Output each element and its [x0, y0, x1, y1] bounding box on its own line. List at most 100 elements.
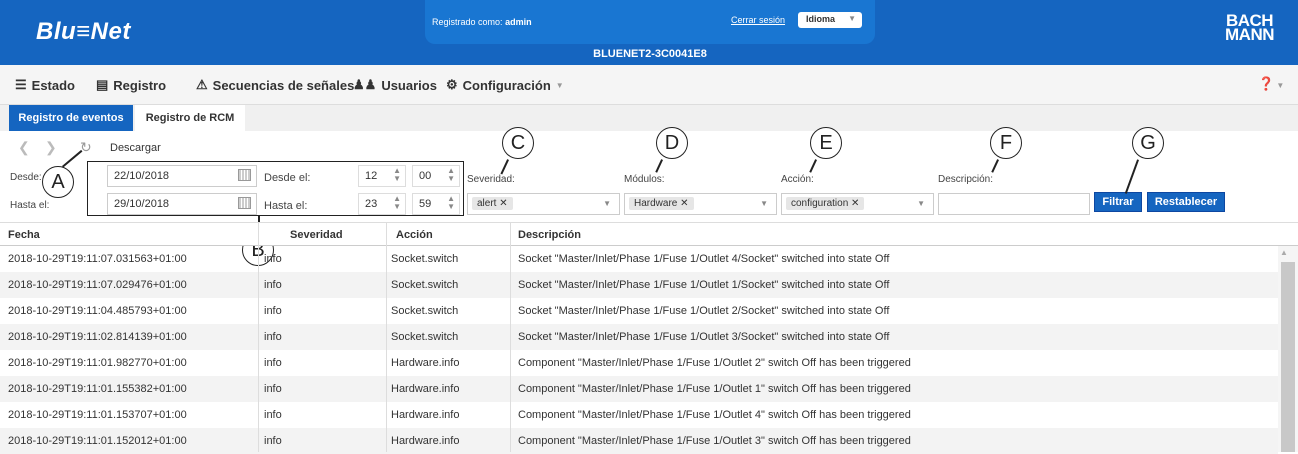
cell-accion: Hardware.info [391, 435, 460, 447]
remove-tag-icon[interactable]: ✕ [680, 198, 688, 209]
action-tag[interactable]: configuration ✕ [786, 197, 865, 210]
filter-button[interactable]: Filtrar [1094, 192, 1142, 212]
column-header-severidad[interactable]: Severidad [290, 229, 343, 241]
table-row[interactable]: 2018-10-29T19:11:01.155382+01:00 info Hard… [0, 376, 1278, 402]
remove-tag-icon[interactable]: ✕ [851, 198, 859, 209]
table-row[interactable]: 2018-10-29T19:11:07.031563+01:00 info Sock… [0, 246, 1278, 272]
cell-fecha: 2018-10-29T19:11:01.153707+01:00 [8, 409, 187, 421]
cell-descripcion: Component "Master/Inlet/Phase 1/Fuse 1/O… [518, 409, 911, 421]
table-row[interactable]: 2018-10-29T19:11:01.982770+01:00 info Hard… [0, 350, 1278, 376]
cell-severidad: info [264, 331, 282, 343]
modules-tag-label: Hardware [634, 198, 678, 209]
chevron-left-icon[interactable]: ❮ [18, 139, 30, 156]
severity-tag-label: alert [477, 198, 497, 209]
chevron-down-icon[interactable]: ▼ [760, 199, 768, 208]
table-row[interactable]: 2018-10-29T19:11:01.152012+01:00 info Hard… [0, 428, 1278, 454]
action-tag-label: configuration [791, 198, 849, 209]
nav-item-label: Secuencias de señales [212, 77, 355, 93]
scroll-up-icon[interactable]: ▲ [1280, 248, 1288, 257]
users-icon: ♟♟ [353, 77, 377, 92]
chevron-down-icon[interactable]: ▼ [603, 199, 611, 208]
table-row[interactable]: 2018-10-29T19:11:01.153707+01:00 info Hard… [0, 402, 1278, 428]
nav-item-label: Configuración [462, 77, 551, 93]
cell-severidad: info [264, 435, 282, 447]
logout-link[interactable]: Cerrar sesión [731, 15, 785, 25]
question-circle-icon[interactable]: ❓ ▼ [1258, 76, 1284, 92]
callout-g: G [1132, 127, 1164, 159]
cell-fecha: 2018-10-29T19:11:01.152012+01:00 [8, 435, 187, 447]
modules-label: Módulos: [624, 174, 665, 185]
description-input[interactable] [938, 193, 1090, 215]
cell-accion: Socket.switch [391, 331, 459, 343]
severity-tag[interactable]: alert ✕ [472, 197, 513, 210]
table-row[interactable]: 2018-10-29T19:11:07.029476+01:00 info Sock… [0, 272, 1278, 298]
chevron-down-icon[interactable]: ▼ [917, 199, 925, 208]
language-select[interactable]: Idioma ▼ [798, 12, 862, 28]
description-label: Descripción: [938, 174, 994, 185]
brand-line-2: MANN [1225, 25, 1275, 44]
column-divider [510, 222, 511, 452]
reset-button[interactable]: Restablecer [1147, 192, 1225, 212]
column-header-descripcion[interactable]: Descripción [518, 229, 581, 241]
cell-descripcion: Socket "Master/Inlet/Phase 1/Fuse 1/Outl… [518, 253, 890, 265]
cell-descripcion: Socket "Master/Inlet/Phase 1/Fuse 1/Outl… [518, 279, 890, 291]
nav-item-estado[interactable]: ☰ Estado [15, 77, 75, 93]
callout-leader-c [500, 159, 509, 175]
remove-tag-icon[interactable]: ✕ [499, 198, 507, 209]
tab-registro-eventos[interactable]: Registro de eventos [9, 105, 133, 131]
cell-descripcion: Socket "Master/Inlet/Phase 1/Fuse 1/Outl… [518, 331, 890, 343]
cell-accion: Hardware.info [391, 357, 460, 369]
table-row[interactable]: 2018-10-29T19:11:04.485793+01:00 info Sock… [0, 298, 1278, 324]
chevron-right-icon[interactable]: ❯ [45, 139, 57, 156]
column-header-fecha[interactable]: Fecha [8, 229, 40, 241]
cell-accion: Hardware.info [391, 409, 460, 421]
nav-item-configuracion[interactable]: ⚙ Configuración ▼ [446, 77, 564, 93]
gear-icon: ⚙ [446, 77, 458, 92]
login-prefix: Registrado como: [432, 17, 503, 27]
cell-severidad: info [264, 383, 282, 395]
column-divider [386, 222, 387, 452]
cell-accion: Socket.switch [391, 305, 459, 317]
nav-item-registro[interactable]: ▤ Registro [96, 77, 166, 93]
bluenet-logo: Blu≡Net [36, 18, 131, 45]
language-label: Idioma [806, 14, 836, 24]
cell-descripcion: Component "Master/Inlet/Phase 1/Fuse 1/O… [518, 383, 911, 395]
cell-fecha: 2018-10-29T19:11:07.031563+01:00 [8, 253, 187, 265]
cell-fecha: 2018-10-29T19:11:02.814139+01:00 [8, 331, 187, 343]
device-name: BLUENET2-3C0041E8 [593, 48, 707, 60]
chevron-down-icon: ▼ [555, 80, 564, 90]
nav-item-label: Registro [113, 77, 167, 93]
logged-in-as: Registrado como: admin [432, 17, 532, 27]
nav-item-usuarios[interactable]: ♟♟ Usuarios [353, 77, 437, 93]
document-icon: ▤ [96, 77, 109, 92]
bachmann-logo: BACH MANN [1225, 12, 1275, 44]
tab-registro-rcm[interactable]: Registro de RCM [135, 105, 245, 131]
callout-c: C [502, 127, 534, 159]
severity-select[interactable]: alert ✕ ▼ [467, 193, 620, 215]
cell-severidad: info [264, 409, 282, 421]
cell-descripcion: Component "Master/Inlet/Phase 1/Fuse 1/O… [518, 357, 911, 369]
refresh-icon[interactable]: ↻ [80, 139, 92, 156]
cell-severidad: info [264, 305, 282, 317]
cell-descripcion: Socket "Master/Inlet/Phase 1/Fuse 1/Outl… [518, 305, 890, 317]
modules-tag[interactable]: Hardware ✕ [629, 197, 694, 210]
cell-severidad: info [264, 357, 282, 369]
scrollbar-thumb[interactable] [1281, 262, 1295, 452]
action-select[interactable]: configuration ✕ ▼ [781, 193, 934, 215]
callout-f: F [990, 127, 1022, 159]
menu-lines-icon: ☰ [15, 77, 27, 92]
nav-item-secuencias[interactable]: ⚠ Secuencias de señales [196, 77, 354, 93]
to-label: Hasta el: [10, 200, 50, 211]
chevron-down-icon: ▼ [848, 14, 856, 23]
callout-a: A [42, 166, 74, 198]
cell-accion: Hardware.info [391, 383, 460, 395]
table-row[interactable]: 2018-10-29T19:11:02.814139+01:00 info Sock… [0, 324, 1278, 350]
column-header-accion[interactable]: Acción [396, 229, 433, 241]
table-header [0, 222, 1298, 246]
download-button[interactable]: Descargar [110, 142, 161, 154]
severity-label: Severidad: [467, 174, 515, 185]
cell-fecha: 2018-10-29T19:11:04.485793+01:00 [8, 305, 187, 317]
modules-select[interactable]: Hardware ✕ ▼ [624, 193, 777, 215]
warning-triangle-icon: ⚠ [196, 77, 208, 92]
cell-accion: Socket.switch [391, 279, 459, 291]
